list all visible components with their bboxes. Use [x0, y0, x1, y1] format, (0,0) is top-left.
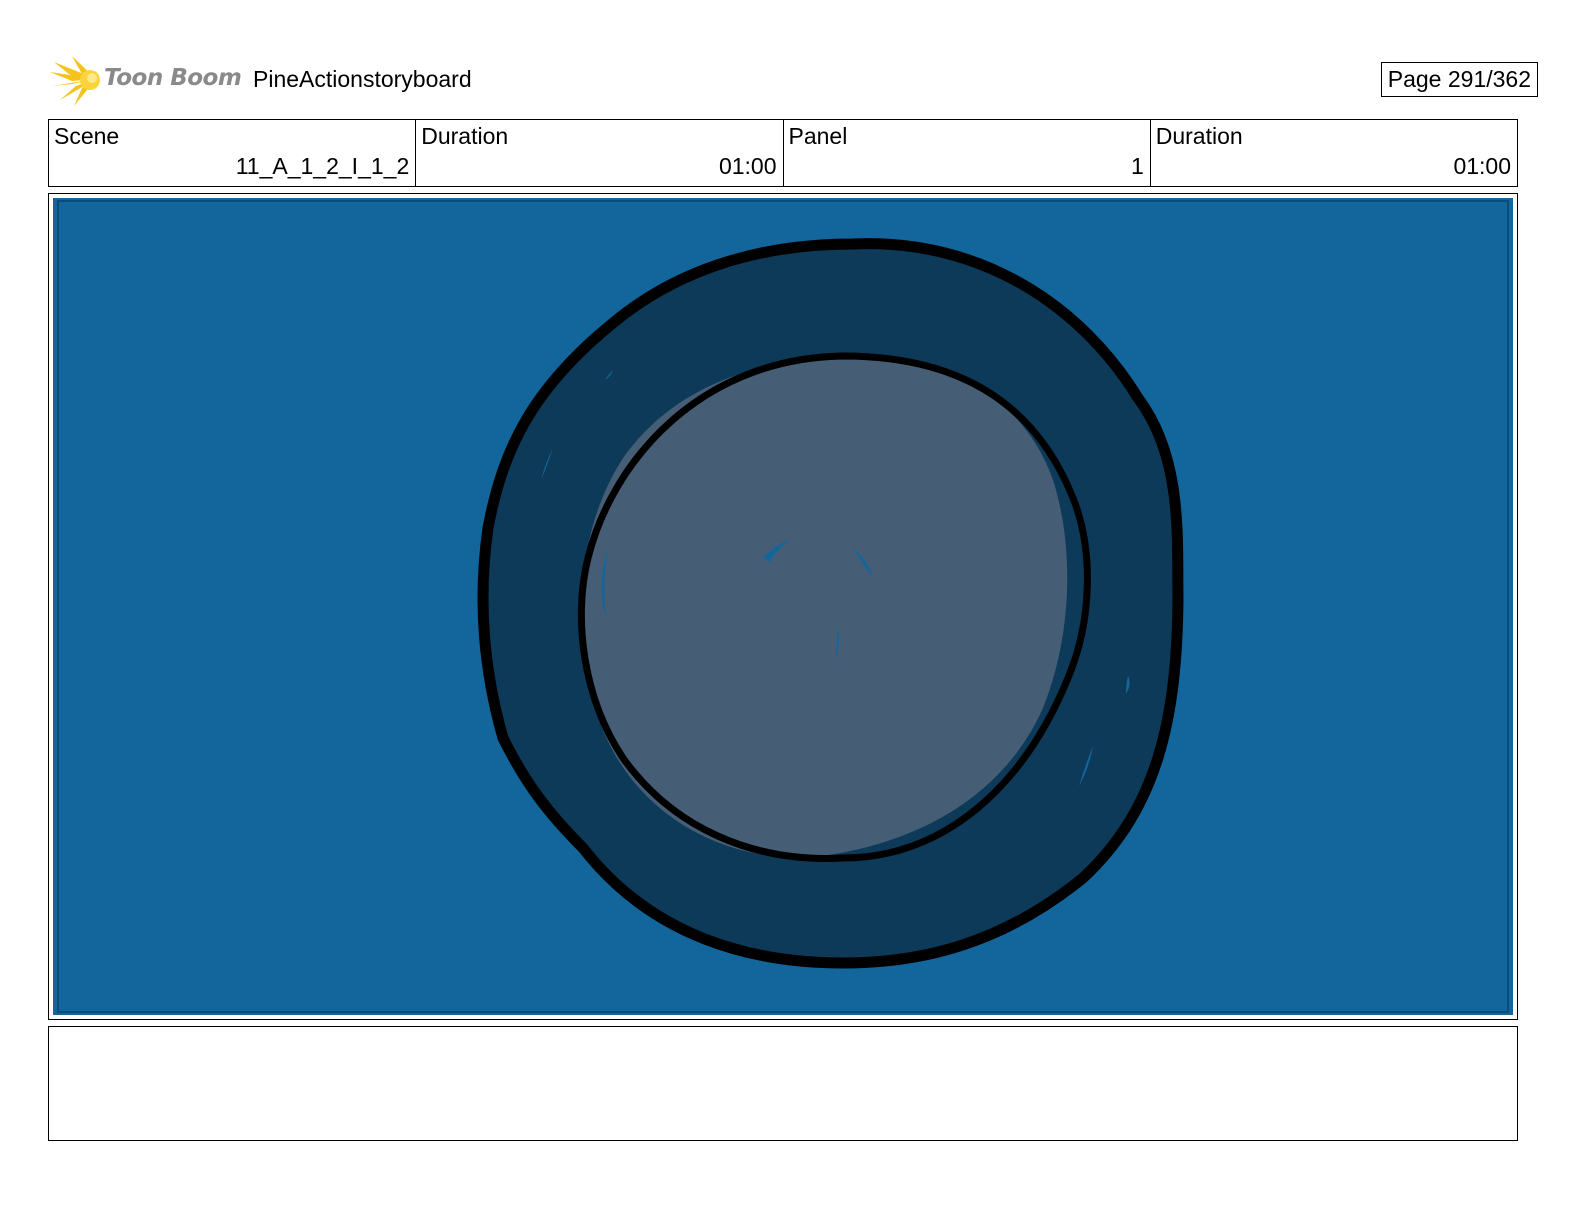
scene-duration-label: Duration	[421, 123, 509, 149]
panel-notes-box	[48, 1026, 1518, 1141]
scene-value: 11_A_1_2_I_1_2	[235, 153, 410, 179]
starburst-icon	[50, 56, 100, 106]
page-number: Page 291/362	[1380, 62, 1538, 97]
toon-boom-logo: Toon Boom	[48, 52, 242, 112]
panel-drawing	[57, 200, 1509, 1013]
panel-duration-cell: Duration 01:00	[1149, 120, 1517, 186]
scene-duration-cell: Duration 01:00	[415, 120, 782, 186]
project-title: PineActionstoryboard	[253, 66, 472, 92]
panel-duration-label: Duration	[1155, 123, 1243, 149]
scene-info-table: Scene 11_A_1_2_I_1_2 Duration 01:00 Pane…	[48, 119, 1518, 187]
panel-cell: Panel 1	[782, 120, 1150, 186]
scene-cell: Scene 11_A_1_2_I_1_2	[49, 120, 415, 186]
panel-value: 1	[1130, 153, 1144, 179]
storyboard-panel-image	[53, 198, 1513, 1015]
panel-duration-value: 01:00	[1453, 153, 1511, 179]
storyboard-panel-frame	[48, 193, 1518, 1020]
panel-label: Panel	[788, 123, 848, 149]
scene-label: Scene	[54, 123, 120, 149]
scene-duration-value: 01:00	[718, 153, 777, 179]
page-header: Toon Boom PineActionstoryboard Page 291/…	[48, 52, 1538, 112]
logo-text: Toon Boom	[104, 65, 242, 91]
